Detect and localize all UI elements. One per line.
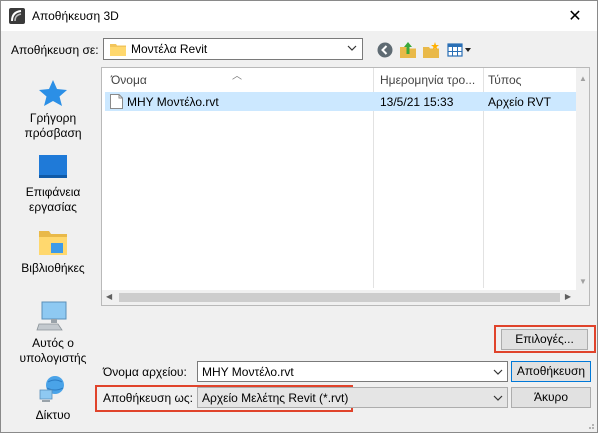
window-title: Αποθήκευση 3D xyxy=(32,9,119,23)
sort-ascending-icon: ︿ xyxy=(232,71,242,82)
filetype-label: Αποθήκευση ως: xyxy=(103,391,193,405)
filetype-select[interactable]: Αρχείο Μελέτης Revit (*.rvt) xyxy=(197,387,508,408)
folder-icon xyxy=(110,44,126,56)
column-header-type[interactable]: Τύπος xyxy=(488,73,521,87)
desktop-icon xyxy=(39,155,67,178)
file-icon xyxy=(110,94,123,109)
place-label: Αυτός ο υπολογιστής xyxy=(19,336,87,365)
close-button[interactable]: ✕ xyxy=(553,1,597,31)
place-label: Δίκτυο xyxy=(35,408,71,422)
place-label: Γρήγορη πρόσβαση xyxy=(24,111,82,140)
file-list[interactable]: ︿ Όνομα Ημερομηνία τρο... Τύπος ΜΗΥ Μοντ… xyxy=(101,67,590,306)
scrollbar-thumb[interactable] xyxy=(119,293,560,302)
back-icon[interactable] xyxy=(376,41,394,59)
place-this-pc[interactable]: Αυτός ο υπολογιστής xyxy=(10,300,96,366)
chevron-down-icon xyxy=(347,45,357,51)
filename-input[interactable]: ΜΗΥ Μοντέλο.rvt xyxy=(197,361,508,382)
places-bar: Γρήγορη πρόσβαση Επιφάνεια εργασίας Βιβλ… xyxy=(10,67,96,425)
file-type: Αρχείο RVT xyxy=(488,95,551,109)
save-button[interactable]: Αποθήκευση xyxy=(511,361,591,382)
scroll-left-icon[interactable]: ◀ xyxy=(106,292,112,301)
place-desktop[interactable]: Επιφάνεια εργασίας xyxy=(10,153,96,215)
file-row[interactable]: ΜΗΥ Μοντέλο.rvt 13/5/21 15:33 Αρχείο RVT xyxy=(105,92,577,111)
place-label: Βιβλιοθήκες xyxy=(21,261,85,275)
save-dialog: Αποθήκευση 3D ✕ Αποθήκευση σε: Μοντέλα R… xyxy=(0,0,598,433)
resize-grip-icon[interactable] xyxy=(585,420,595,430)
scroll-up-icon[interactable]: ▲ xyxy=(579,74,587,83)
archicad-app-icon xyxy=(9,8,25,24)
place-network[interactable]: Δίκτυο xyxy=(10,374,96,423)
up-folder-icon[interactable] xyxy=(399,41,417,59)
save-in-label: Αποθήκευση σε: xyxy=(11,43,99,57)
file-name: ΜΗΥ Μοντέλο.rvt xyxy=(127,95,219,109)
star-icon xyxy=(39,80,67,106)
title-bar[interactable]: Αποθήκευση 3D ✕ xyxy=(1,1,597,31)
file-list-header: ︿ Όνομα Ημερομηνία τρο... Τύπος xyxy=(102,68,578,92)
options-button[interactable]: Επιλογές... xyxy=(501,329,588,350)
filename-label: Όνομα αρχείου: xyxy=(103,365,187,379)
scroll-right-icon[interactable]: ▶ xyxy=(565,292,571,301)
libraries-icon xyxy=(39,231,67,255)
computer-icon xyxy=(36,301,67,331)
place-label: Επιφάνεια εργασίας xyxy=(25,185,81,214)
filename-value: ΜΗΥ Μοντέλο.rvt xyxy=(202,365,294,379)
place-libraries[interactable]: Βιβλιοθήκες xyxy=(10,227,96,276)
scroll-down-icon[interactable]: ▼ xyxy=(579,277,587,286)
chevron-down-icon[interactable] xyxy=(493,367,503,377)
view-menu-icon[interactable] xyxy=(447,41,473,59)
vertical-scrollbar[interactable]: ▲ ▼ xyxy=(576,68,589,290)
location-combo[interactable]: Μοντέλα Revit xyxy=(103,38,363,60)
column-header-date[interactable]: Ημερομηνία τρο... xyxy=(380,73,475,87)
new-folder-icon[interactable] xyxy=(422,41,440,59)
place-quick-access[interactable]: Γρήγορη πρόσβαση xyxy=(10,79,96,141)
file-date: 13/5/21 15:33 xyxy=(380,95,454,109)
network-icon xyxy=(39,376,64,402)
location-value: Μοντέλα Revit xyxy=(131,42,208,56)
column-header-name[interactable]: Όνομα xyxy=(111,73,147,87)
close-icon: ✕ xyxy=(568,8,582,25)
chevron-down-icon xyxy=(493,395,503,401)
horizontal-scrollbar[interactable]: ◀ ▶ xyxy=(102,290,589,305)
cancel-button[interactable]: Άκυρο xyxy=(511,387,591,408)
filetype-value: Αρχείο Μελέτης Revit (*.rvt) xyxy=(202,391,349,405)
